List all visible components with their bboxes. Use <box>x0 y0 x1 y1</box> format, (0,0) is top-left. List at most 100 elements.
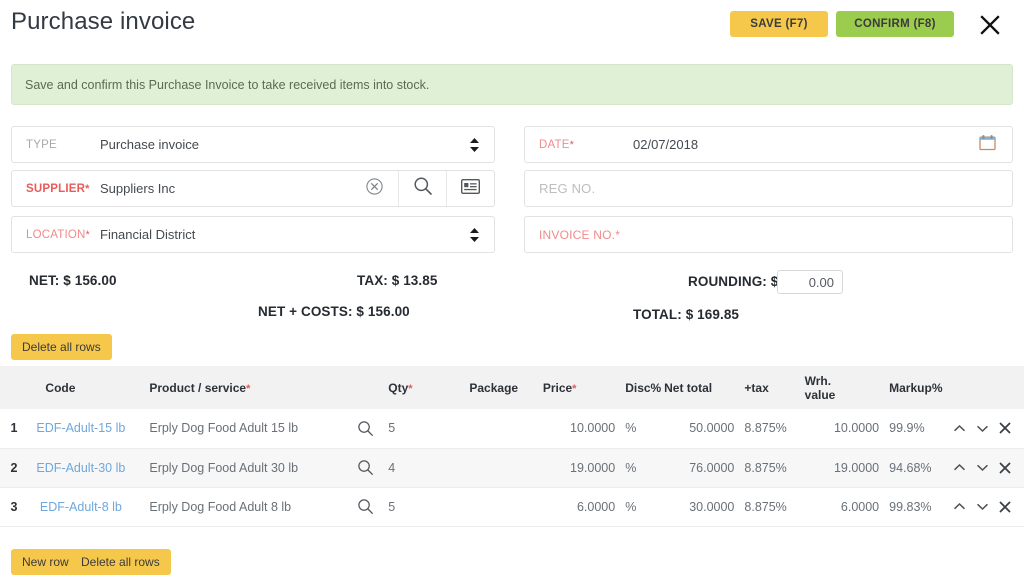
header-product: Product / service* <box>138 366 346 409</box>
header-code: Code <box>45 380 76 395</box>
supplier-label: SUPPLIER* <box>12 183 100 195</box>
row-search-button[interactable] <box>346 409 384 448</box>
header-wrh-value: Wrh. value <box>805 366 880 409</box>
row-markup: 94.68% <box>889 460 932 475</box>
type-value: Purchase invoice <box>100 137 199 152</box>
contact-card-icon <box>460 178 481 199</box>
table-row[interactable]: 2 EDF-Adult-30 lb Erply Dog Food Adult 3… <box>0 448 1024 487</box>
move-row-down-button[interactable] <box>976 461 989 474</box>
row-qty[interactable]: 5 <box>384 487 469 526</box>
location-required-star: * <box>85 228 91 241</box>
header-net-total: Net total <box>664 380 713 395</box>
move-row-up-button[interactable] <box>953 422 966 435</box>
location-label-text: LOCATION <box>26 228 86 241</box>
header-wrh-line1: Wrh. <box>804 373 832 388</box>
row-product: Erply Dog Food Adult 15 lb <box>149 421 299 436</box>
supplier-field[interactable]: SUPPLIER* Suppliers Inc <box>11 170 495 207</box>
row-code[interactable]: EDF-Adult-30 lb <box>23 448 138 487</box>
grand-total-label: TOTAL: $ 169.85 <box>633 307 740 322</box>
invoiceno-field[interactable]: INVOICE NO.* <box>524 216 1013 253</box>
row-search-button[interactable] <box>346 448 384 487</box>
move-row-up-button[interactable] <box>953 461 966 474</box>
search-icon <box>357 420 374 436</box>
header-qty-text: Qty <box>388 380 409 395</box>
remove-row-icon[interactable] <box>999 422 1011 434</box>
header-disc: Disc% <box>625 380 662 395</box>
row-wrh-value: 10.0000 <box>833 421 880 436</box>
row-disc[interactable]: % <box>615 409 664 448</box>
row-net-total: 76.0000 <box>689 460 735 475</box>
row-price[interactable]: 6.0000 <box>543 487 615 526</box>
remove-row-icon[interactable] <box>999 501 1011 513</box>
tax-total-label: TAX: $ 13.85 <box>357 273 438 288</box>
row-num: 3 <box>10 499 18 514</box>
move-row-down-button[interactable] <box>976 500 989 513</box>
row-num: 1 <box>10 421 18 436</box>
regno-placeholder: REG NO. <box>539 181 596 196</box>
delete-all-rows-bottom-button[interactable]: Delete all rows <box>70 549 171 575</box>
row-markup: 99.83% <box>889 499 932 514</box>
row-qty[interactable]: 5 <box>384 409 469 448</box>
product-code-link[interactable]: EDF-Adult-8 lb <box>40 500 122 514</box>
move-row-up-button[interactable] <box>953 500 966 513</box>
move-row-down-button[interactable] <box>976 422 989 435</box>
invoiceno-placeholder: INVOICE NO.* <box>539 227 621 242</box>
header-search-spacer <box>346 366 384 409</box>
row-actions <box>945 487 1024 526</box>
row-package[interactable] <box>469 448 542 487</box>
page-title: Purchase invoice <box>11 8 196 35</box>
close-button[interactable] <box>975 11 1005 41</box>
confirm-button[interactable]: CONFIRM (F8) <box>836 11 954 37</box>
row-package[interactable] <box>469 487 542 526</box>
row-package[interactable] <box>469 409 542 448</box>
header-actions <box>945 366 1024 409</box>
calendar-icon <box>979 134 996 155</box>
row-qty[interactable]: 4 <box>384 448 469 487</box>
header-price: Price* <box>543 366 615 409</box>
header-qty: Qty* <box>384 366 469 409</box>
delete-all-rows-top-button[interactable]: Delete all rows <box>11 334 112 360</box>
row-disc[interactable]: % <box>615 448 664 487</box>
row-actions <box>945 409 1024 448</box>
clear-circle-icon <box>366 177 383 200</box>
supplier-search-button[interactable] <box>399 171 446 206</box>
row-tax: 8.875% <box>744 421 787 436</box>
table-header-row: Code Product / service* Qty* Package Pri… <box>0 366 1024 409</box>
row-disc[interactable]: % <box>615 487 664 526</box>
spinner-updown-icon[interactable] <box>469 227 480 243</box>
row-wrh-value: 6.0000 <box>840 499 880 514</box>
product-code-link[interactable]: EDF-Adult-30 lb <box>36 461 125 475</box>
row-code[interactable]: EDF-Adult-8 lb <box>23 487 138 526</box>
row-num: 2 <box>10 460 18 475</box>
table-row[interactable]: 3 EDF-Adult-8 lb Erply Dog Food Adult 8 … <box>0 487 1024 526</box>
location-field[interactable]: LOCATION* Financial District <box>11 216 495 253</box>
search-icon <box>357 460 374 475</box>
spinner-updown-icon[interactable] <box>469 137 480 153</box>
rounding-input[interactable] <box>777 270 843 294</box>
row-price[interactable]: 10.0000 <box>543 409 615 448</box>
type-label: TYPE <box>26 138 57 151</box>
date-value: 02/07/2018 <box>633 137 699 152</box>
calendar-button[interactable] <box>979 134 996 156</box>
remove-row-icon[interactable] <box>999 462 1011 474</box>
row-product: Erply Dog Food Adult 8 lb <box>149 499 292 514</box>
save-button[interactable]: SAVE (F7) <box>730 11 828 37</box>
product-code-link[interactable]: EDF-Adult-15 lb <box>36 421 125 435</box>
header-price-star: * <box>572 382 577 395</box>
supplier-clear-button[interactable] <box>351 171 398 206</box>
net-plus-costs-label: NET + COSTS: $ 156.00 <box>258 304 410 319</box>
row-search-button[interactable] <box>346 487 384 526</box>
row-code[interactable]: EDF-Adult-15 lb <box>23 409 138 448</box>
regno-field[interactable]: REG NO. <box>524 170 1013 207</box>
row-actions <box>945 448 1024 487</box>
table-body: 1 EDF-Adult-15 lb Erply Dog Food Adult 1… <box>0 409 1024 526</box>
table-row[interactable]: 1 EDF-Adult-15 lb Erply Dog Food Adult 1… <box>0 409 1024 448</box>
row-markup: 99.9% <box>889 421 925 436</box>
type-field[interactable]: TYPE Purchase invoice <box>11 126 495 163</box>
close-icon <box>978 13 1002 40</box>
supplier-label-text: SUPPLIER <box>26 182 86 195</box>
row-price[interactable]: 19.0000 <box>543 448 615 487</box>
row-wrh-value: 19.0000 <box>833 460 880 475</box>
supplier-card-button[interactable] <box>447 171 494 206</box>
date-field[interactable]: DATE* 02/07/2018 <box>524 126 1013 163</box>
